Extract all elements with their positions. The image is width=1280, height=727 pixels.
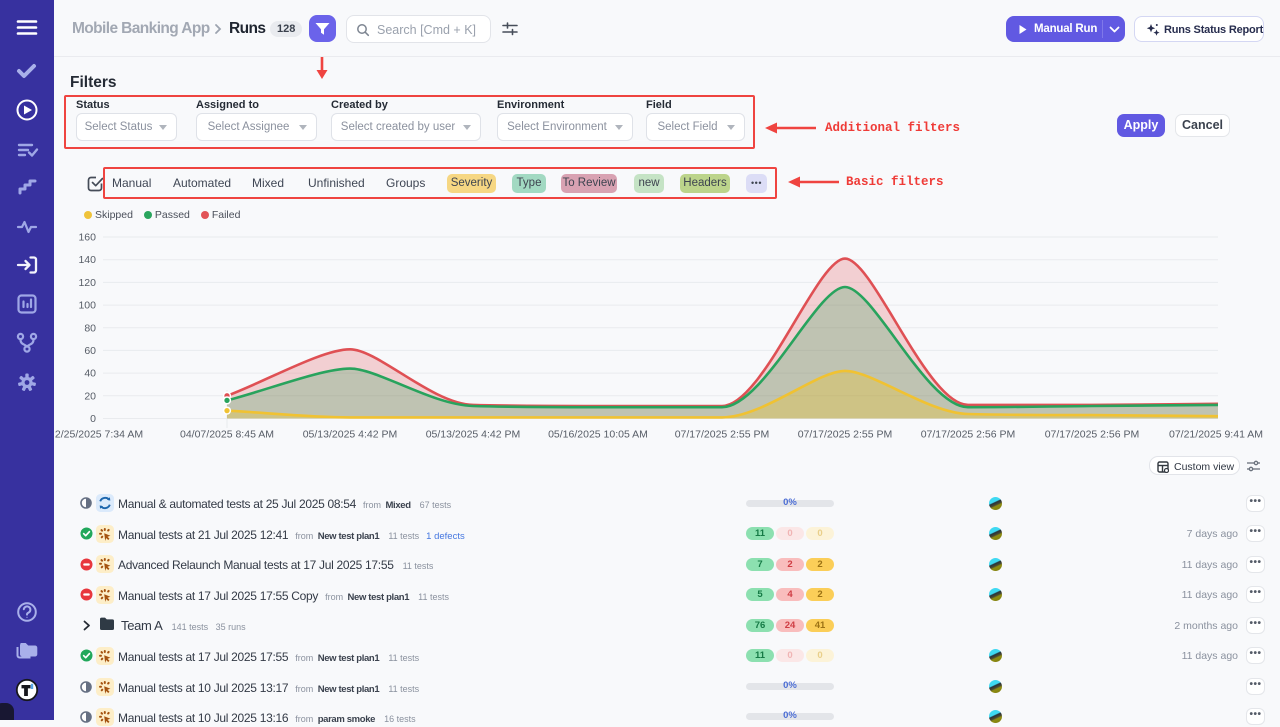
svg-text:20: 20 xyxy=(84,390,96,402)
svg-text:0: 0 xyxy=(90,413,96,425)
svg-text:160: 160 xyxy=(78,232,96,244)
svg-text:05/13/2025 4:42 PM: 05/13/2025 4:42 PM xyxy=(303,429,398,441)
svg-text:04/07/2025 8:45 AM: 04/07/2025 8:45 AM xyxy=(180,429,274,441)
svg-text:07/17/2025 2:56 PM: 07/17/2025 2:56 PM xyxy=(921,429,1016,441)
svg-text:40: 40 xyxy=(84,368,96,380)
svg-text:07/17/2025 2:55 PM: 07/17/2025 2:55 PM xyxy=(798,429,893,441)
svg-text:07/17/2025 2:55 PM: 07/17/2025 2:55 PM xyxy=(675,429,770,441)
svg-text:100: 100 xyxy=(78,300,96,312)
svg-text:140: 140 xyxy=(78,254,96,266)
svg-text:07/21/2025 9:41 AM: 07/21/2025 9:41 AM xyxy=(1169,429,1263,441)
svg-text:60: 60 xyxy=(84,345,96,357)
svg-text:05/16/2025 10:05 AM: 05/16/2025 10:05 AM xyxy=(548,429,648,441)
svg-text:2/25/2025 7:34 AM: 2/25/2025 7:34 AM xyxy=(55,429,143,441)
svg-text:120: 120 xyxy=(78,277,96,289)
svg-text:07/17/2025 2:56 PM: 07/17/2025 2:56 PM xyxy=(1045,429,1140,441)
svg-text:80: 80 xyxy=(84,322,96,334)
svg-text:05/13/2025 4:42 PM: 05/13/2025 4:42 PM xyxy=(426,429,521,441)
